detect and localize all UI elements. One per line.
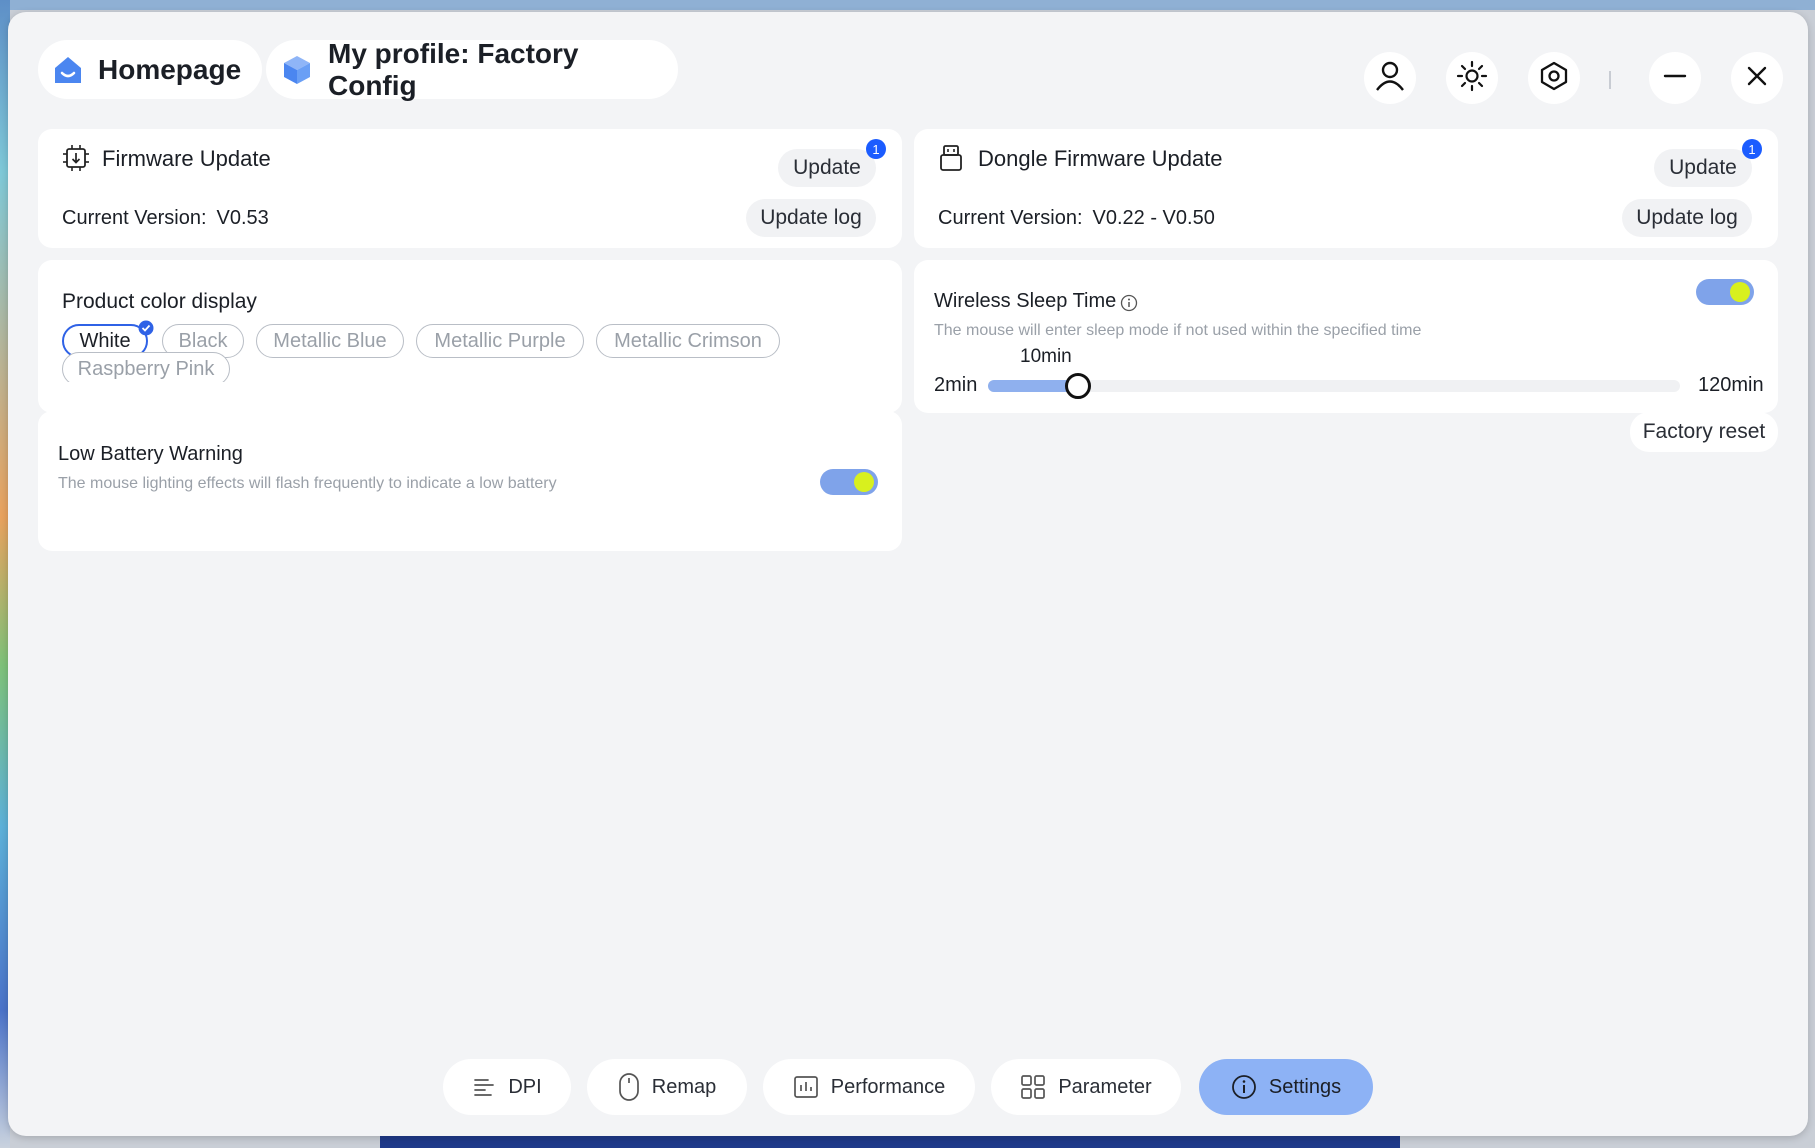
color-chip-label: Black bbox=[178, 329, 228, 352]
low-battery-toggle[interactable] bbox=[820, 469, 878, 495]
factory-reset-button[interactable]: Factory reset bbox=[1630, 412, 1778, 452]
nav-label: Parameter bbox=[1058, 1075, 1152, 1098]
dpi-icon bbox=[472, 1075, 496, 1099]
color-chip-label: Raspberry Pink bbox=[77, 357, 215, 380]
brightness-button[interactable] bbox=[1446, 52, 1498, 104]
info-icon[interactable] bbox=[1120, 294, 1138, 317]
mouse-icon bbox=[618, 1072, 640, 1102]
firmware-update-button[interactable]: Update bbox=[778, 149, 876, 187]
selected-check-icon bbox=[138, 320, 154, 341]
firmware-update-button-label: Update bbox=[793, 156, 861, 179]
performance-icon bbox=[793, 1074, 819, 1100]
toggle-knob bbox=[1730, 282, 1750, 302]
wireless-sleep-description: The mouse will enter sleep mode if not u… bbox=[934, 322, 1422, 339]
user-icon bbox=[1373, 59, 1407, 98]
wireless-sleep-card: Wireless Sleep Time The mouse will enter… bbox=[914, 260, 1778, 413]
firmware-update-card: Firmware Update Update 1 Current Version… bbox=[38, 129, 902, 248]
nav-remap[interactable]: Remap bbox=[587, 1059, 747, 1115]
homepage-tab[interactable]: Homepage bbox=[38, 40, 262, 99]
user-button[interactable] bbox=[1364, 52, 1416, 104]
low-battery-title: Low Battery Warning bbox=[58, 443, 243, 465]
dongle-firmware-title: Dongle Firmware Update bbox=[978, 146, 1223, 171]
dongle-update-log-button[interactable]: Update log bbox=[1622, 199, 1752, 237]
device-settings-button[interactable] bbox=[1528, 52, 1580, 104]
brightness-icon bbox=[1456, 60, 1488, 97]
profile-tab[interactable]: My profile: Factory Config bbox=[266, 37, 678, 101]
firmware-chip-icon bbox=[62, 144, 90, 177]
wireless-sleep-title: Wireless Sleep Time bbox=[934, 290, 1117, 312]
product-color-card: Product color display White Black Metall… bbox=[38, 260, 902, 413]
firmware-update-title: Firmware Update bbox=[102, 146, 271, 171]
dongle-update-badge: 1 bbox=[1742, 139, 1762, 159]
slider-fill bbox=[988, 380, 1075, 392]
color-chip-label: Metallic Crimson bbox=[614, 329, 762, 352]
toggle-knob bbox=[854, 472, 874, 492]
nav-label: Settings bbox=[1268, 1075, 1342, 1098]
color-chip-label: Metallic Purple bbox=[434, 329, 566, 352]
dongle-icon bbox=[938, 144, 964, 177]
nav-label: Remap bbox=[651, 1075, 717, 1098]
sleep-time-slider[interactable] bbox=[988, 373, 1680, 399]
nav-performance[interactable]: Performance bbox=[763, 1059, 975, 1115]
slider-max-label: 120min bbox=[1698, 374, 1764, 396]
nav-dpi[interactable]: DPI bbox=[443, 1059, 571, 1115]
firmware-update-log-label: Update log bbox=[760, 206, 862, 229]
dongle-version-label: Current Version: bbox=[938, 207, 1083, 229]
close-icon bbox=[1744, 63, 1770, 94]
slider-min-label: 2min bbox=[934, 374, 978, 396]
wireless-sleep-toggle[interactable] bbox=[1696, 279, 1754, 305]
nav-settings[interactable]: Settings bbox=[1199, 1059, 1373, 1115]
header-divider bbox=[1609, 71, 1611, 89]
info-icon bbox=[1231, 1074, 1257, 1100]
homepage-tab-label: Homepage bbox=[98, 53, 242, 85]
dongle-version-value: V0.22 - V0.50 bbox=[1092, 207, 1215, 229]
factory-reset-label: Factory reset bbox=[1642, 420, 1766, 443]
firmware-version-value: V0.53 bbox=[216, 207, 269, 229]
dongle-update-button[interactable]: Update bbox=[1654, 149, 1752, 187]
slider-thumb[interactable] bbox=[1064, 373, 1091, 399]
hexagon-settings-icon bbox=[1538, 60, 1570, 97]
color-chip-label: Metallic Blue bbox=[273, 329, 387, 352]
minimize-icon bbox=[1662, 63, 1688, 94]
firmware-version-label: Current Version: bbox=[62, 207, 207, 229]
profile-tab-label: My profile: Factory Config bbox=[328, 37, 579, 101]
color-chip-overflow-row: Raspberry Pink bbox=[62, 352, 902, 382]
low-battery-description: The mouse lighting effects will flash fr… bbox=[58, 475, 557, 492]
cube-icon bbox=[280, 53, 314, 87]
app-window: Homepage My profile: Factory Config Firm… bbox=[8, 12, 1808, 1136]
firmware-update-log-button[interactable]: Update log bbox=[746, 199, 876, 237]
taskbar-fragment bbox=[380, 1136, 1400, 1148]
grid-icon bbox=[1020, 1074, 1046, 1100]
desktop-background-top bbox=[0, 0, 1815, 10]
nav-label: Performance bbox=[830, 1075, 946, 1098]
home-icon bbox=[52, 53, 84, 87]
minimize-button[interactable] bbox=[1649, 52, 1701, 104]
nav-label: DPI bbox=[508, 1075, 542, 1098]
dongle-current-version: Current Version: V0.22 - V0.50 bbox=[938, 207, 1215, 230]
dongle-update-button-label: Update bbox=[1669, 156, 1737, 179]
color-chip-raspberry-pink[interactable]: Raspberry Pink bbox=[62, 352, 230, 382]
slider-value-label: 10min bbox=[1020, 346, 1072, 367]
dongle-update-log-label: Update log bbox=[1636, 206, 1738, 229]
firmware-update-badge: 1 bbox=[866, 139, 886, 159]
firmware-current-version: Current Version: V0.53 bbox=[62, 207, 269, 230]
color-chip-label: White bbox=[79, 329, 131, 352]
product-color-title: Product color display bbox=[62, 290, 257, 313]
nav-parameter[interactable]: Parameter bbox=[991, 1059, 1181, 1115]
dongle-firmware-card: Dongle Firmware Update Update 1 Current … bbox=[914, 129, 1778, 248]
low-battery-card: Low Battery Warning The mouse lighting e… bbox=[38, 411, 902, 551]
close-button[interactable] bbox=[1731, 52, 1783, 104]
